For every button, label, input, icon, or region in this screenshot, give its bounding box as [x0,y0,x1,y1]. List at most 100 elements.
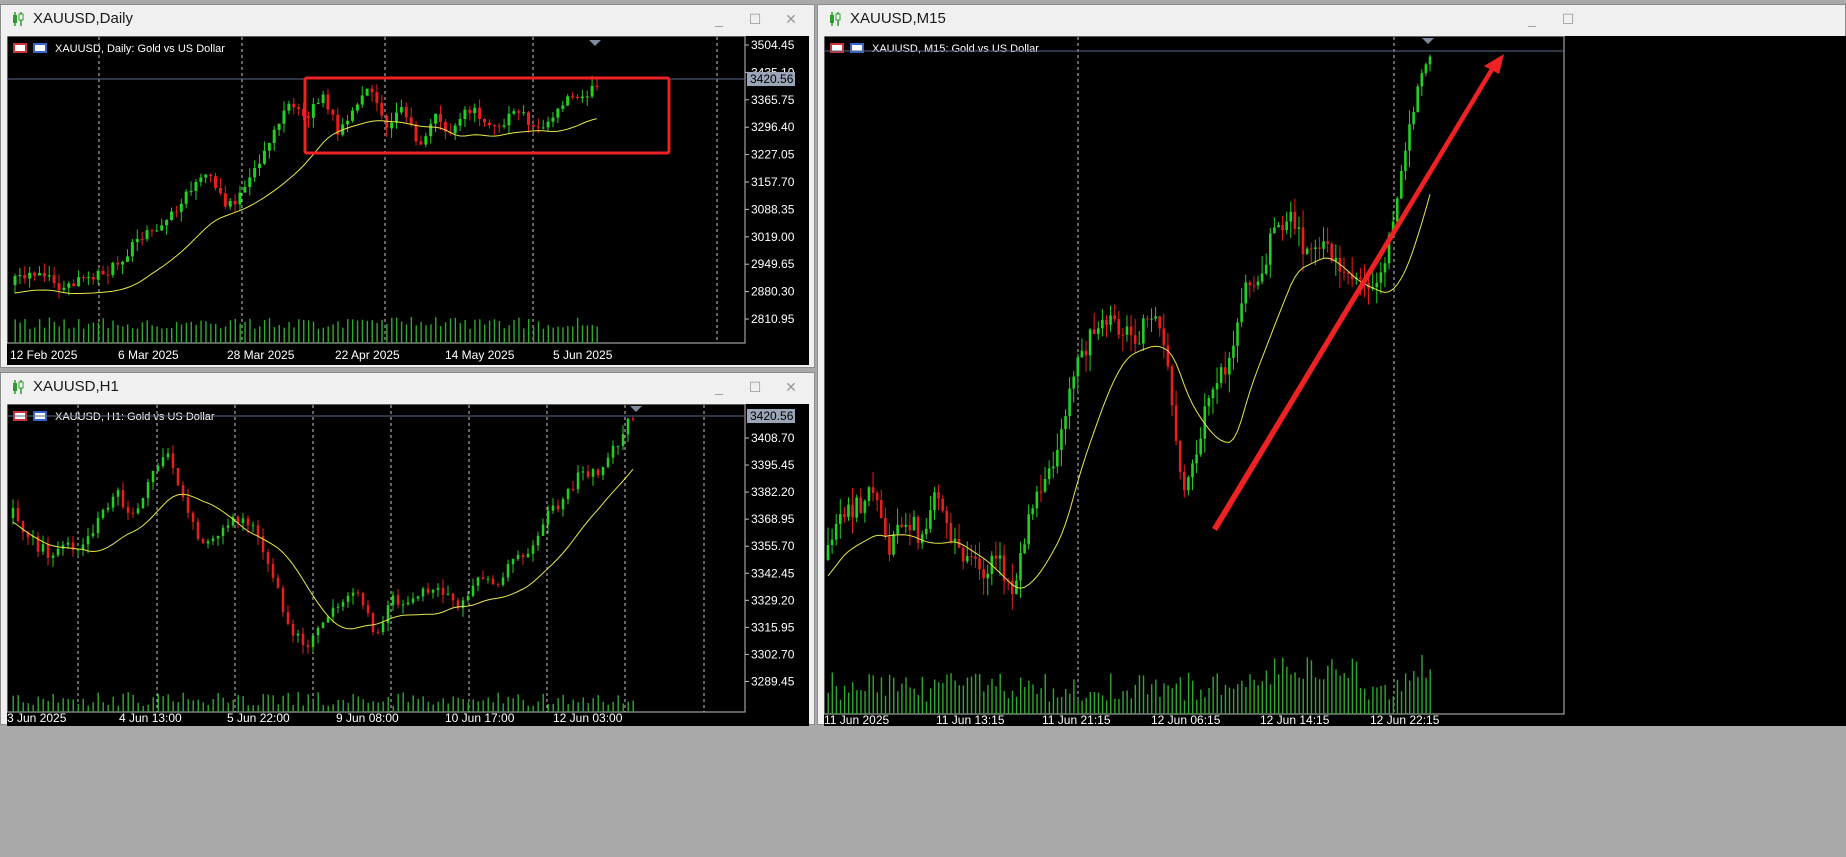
volume-bar [1097,692,1100,714]
candle-body [1260,273,1264,282]
candle-body [18,275,22,277]
candle-body [1150,318,1153,320]
candle-body [1023,544,1026,554]
volume-bar [552,327,554,343]
candle-body [1236,322,1239,346]
candle-body [626,418,630,435]
candle-body [406,602,410,605]
candle-body [145,230,149,240]
volume-bar [1146,694,1149,714]
candle-body [116,262,120,265]
candle-body [241,518,245,524]
candle-body [585,96,589,98]
price-chart-m15[interactable]: XAUUSD, M15: Gold vs US Dollar 11 Jun 20… [824,36,1846,726]
candle-body [483,118,487,123]
volume-bar [371,320,373,343]
volume-bar [537,321,540,343]
volume-bar [1380,685,1382,714]
volume-bar [868,674,870,714]
close-icon[interactable]: ✕ [780,8,802,30]
candle-body [355,104,359,111]
chart-window-m15[interactable]: XAUUSD,M15 _ ☐ XAUUSD, M15: Gold vs US D… [817,4,1846,726]
volume-bar [190,321,192,343]
date-label: 12 Jun 03:00 [553,711,623,725]
trend-arrow-annotation [1212,54,1504,531]
volume-bar [532,326,535,343]
window-titlebar-h1[interactable]: XAUUSD,H1 _ ☐ ✕ [1,373,814,401]
candle-body [176,468,180,486]
close-icon[interactable]: ✕ [780,376,802,398]
volume-bar [557,698,559,712]
maximize-icon[interactable]: ☐ [1557,8,1579,30]
volume-bar [187,699,189,712]
volume-bar [112,320,114,343]
volume-bar [508,325,510,343]
candlestick-chart-icon [830,12,841,26]
candle-body [546,121,550,128]
chart-area-h1[interactable]: XAUUSD, H1: Gold vs US Dollar 3408.70 339… [7,404,809,726]
chart-area-daily[interactable]: XAUUSD, Daily: Gold vs US Dollar 3504.45… [7,36,809,365]
minimize-icon[interactable]: _ [708,376,730,398]
volume-bar [1044,674,1046,714]
maximize-icon[interactable]: ☐ [744,8,766,30]
candle-body [292,103,296,108]
price-chart-h1[interactable]: XAUUSD, H1: Gold vs US Dollar 3408.70 339… [7,404,809,726]
volume-bar [987,685,989,714]
volume-bar [542,328,545,343]
maximize-icon[interactable]: ☐ [744,376,766,398]
volume-bar [192,700,194,712]
volume-bar [933,679,936,714]
volume-bar [52,693,54,712]
chart-area-m15[interactable]: XAUUSD, M15: Gold vs US Dollar 11 Jun 20… [824,36,1846,726]
candle-body [1088,329,1092,356]
chart-window-h1[interactable]: XAUUSD,H1 _ ☐ ✕ XAUUSD, H1: Gold vs US D… [0,372,815,726]
volume-bar [464,320,466,343]
price-chart-daily[interactable]: XAUUSD, Daily: Gold vs US Dollar 3504.45… [7,36,809,365]
volume-bar [1302,678,1304,714]
date-label: 9 Jun 08:00 [336,711,399,725]
volume-bar [469,328,471,343]
candle-body [62,287,66,290]
volume-bar [29,328,31,343]
candle-body [1383,263,1387,273]
candle-body [888,536,891,555]
date-label: 12 Jun 22:15 [1370,713,1440,726]
window-titlebar-m15[interactable]: XAUUSD,M15 _ ☐ [818,5,1845,33]
candle-body [111,496,115,508]
volume-bar [562,327,564,343]
candle-body [101,509,105,518]
minimize-icon[interactable]: _ [708,8,730,30]
volume-bar [925,701,928,714]
candle-body [436,587,440,590]
volume-bar [162,696,164,712]
candle-body [1412,111,1415,125]
candle-body [262,150,266,164]
volume-bar [1032,684,1034,714]
volume-bar [332,324,334,343]
minimize-icon[interactable]: _ [1521,8,1543,30]
candle-body [131,512,135,514]
candle-body [1162,328,1166,346]
volume-bar [1396,679,1399,714]
candle-body [1309,248,1313,250]
chart-header-icons [13,43,47,53]
candle-body [1199,438,1202,455]
chart-window-daily[interactable]: XAUUSD,Daily _ ☐ ✕ XAUUSD, Daily: Gold v… [0,4,815,368]
date-label: 28 Mar 2025 [227,348,295,362]
candle-body [1137,343,1141,345]
volume-bar [1388,699,1390,714]
volume-bar [102,318,104,343]
candle-body [982,569,985,579]
candle-body [551,117,555,122]
candle-body [136,508,140,514]
candle-body [924,528,928,535]
volume-bar [1286,666,1288,714]
volume-bar [831,672,833,714]
candle-body [1158,316,1162,329]
volume-bar [402,692,404,712]
volume-bar [1060,696,1063,714]
candle-body [431,589,435,593]
window-titlebar-daily[interactable]: XAUUSD,Daily _ ☐ ✕ [1,5,814,33]
volume-bar [351,319,354,343]
volume-bar [68,328,70,343]
